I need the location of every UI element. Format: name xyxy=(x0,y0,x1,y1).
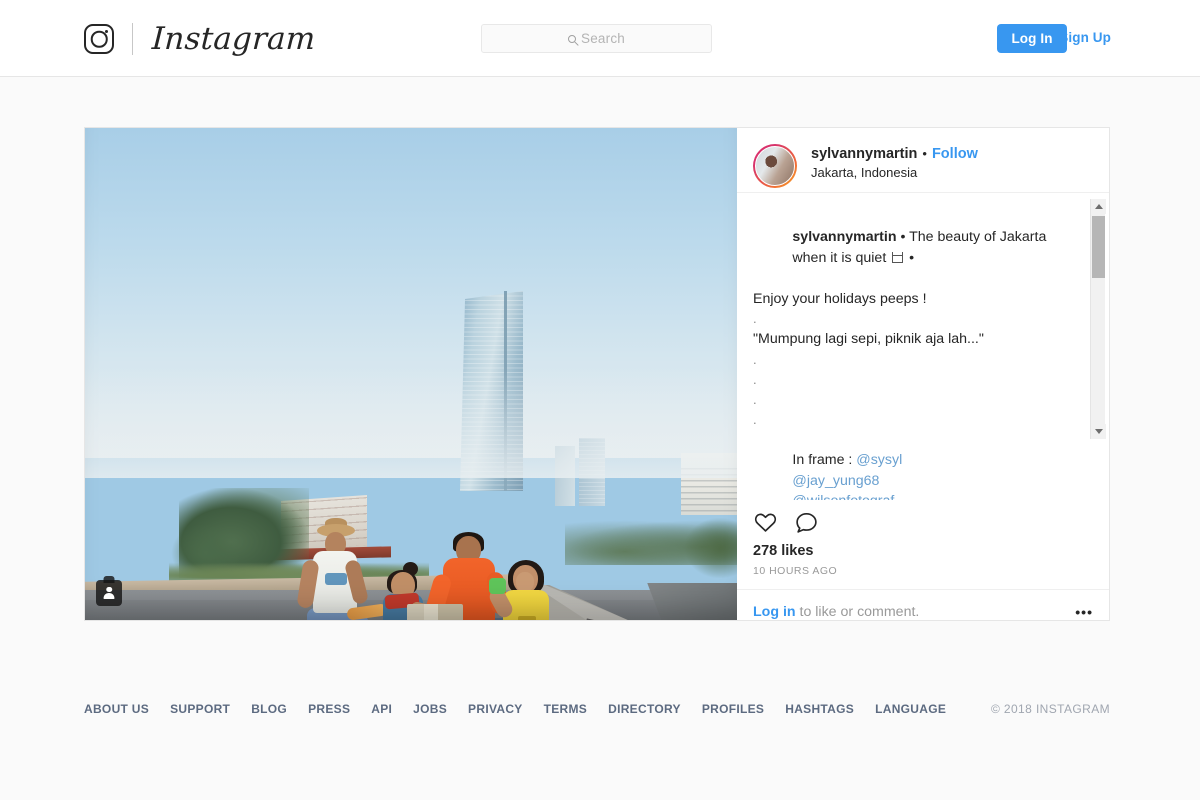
caption-author[interactable]: sylvannymartin xyxy=(792,229,896,245)
photo-person-1-shirt-logo xyxy=(325,573,347,585)
footer-link-support[interactable]: SUPPORT xyxy=(170,702,230,716)
login-prompt-text-wrap: Log in to like or comment. xyxy=(753,604,919,620)
footer-link-directory[interactable]: DIRECTORY xyxy=(608,702,681,716)
mention-sysyl[interactable]: @sysyl xyxy=(856,452,902,468)
person-glyph xyxy=(103,587,116,600)
photo-person-4-cup xyxy=(489,578,506,594)
caption-dot-4: . xyxy=(753,391,757,407)
caption-dot-1: . xyxy=(753,311,757,327)
tagged-people-icon[interactable] xyxy=(96,580,122,606)
caption-text-1: • The beauty of Jakarta xyxy=(896,229,1047,246)
brand-logo[interactable]: Instagram xyxy=(84,18,317,60)
footer-copyright: © 2018 INSTAGRAM xyxy=(990,702,1110,716)
footer-link-api[interactable]: API xyxy=(371,702,392,716)
search-input[interactable]: Search xyxy=(481,24,712,53)
photo-treeline xyxy=(565,520,737,565)
photo-crate-contents xyxy=(407,604,463,620)
scroll-up-arrow-icon[interactable] xyxy=(1091,198,1106,214)
instagram-post-page: Instagram Search Log In Sign Up sylvanny… xyxy=(0,0,1200,800)
search-placeholder: Search xyxy=(581,31,625,46)
caption-text-2: when it is quiet xyxy=(792,249,891,266)
footer-link-language[interactable]: LANGUAGE xyxy=(875,702,946,716)
timestamp-text: 10 HOURS AGO xyxy=(753,565,838,577)
likes-count: 278 likes xyxy=(753,543,814,559)
post-timestamp: 10 HOURS AGO xyxy=(737,559,1109,590)
search-icon xyxy=(568,34,576,43)
post-author-header: sylvannymartin • Follow Jakarta, Indones… xyxy=(737,128,1109,193)
instagram-camera-icon xyxy=(84,24,114,54)
author-line: sylvannymartin • Follow xyxy=(811,146,978,162)
emoji-placeholder-icon xyxy=(892,251,904,263)
footer-link-blog[interactable]: BLOG xyxy=(251,702,287,716)
login-button[interactable]: Log In xyxy=(997,24,1067,53)
login-prompt-suffix: to like or comment. xyxy=(795,604,920,620)
caption-dot-2: . xyxy=(753,351,757,367)
site-header: Instagram Search Log In Sign Up xyxy=(0,0,1200,77)
post-photo[interactable] xyxy=(85,128,737,620)
post-actions xyxy=(737,500,1109,535)
caption-dot-5: . xyxy=(753,411,757,427)
mention-jay-yung68[interactable]: @jay_yung68 xyxy=(792,473,879,489)
caption-inframe: In frame : @sysyl @jay_yung68 @wilsonfot… xyxy=(753,430,1087,500)
avatar[interactable] xyxy=(753,144,797,188)
site-footer: ABOUT US SUPPORT BLOG PRESS API JOBS PRI… xyxy=(0,688,1200,800)
post-location[interactable]: Jakarta, Indonesia xyxy=(811,165,978,180)
caption-main-line: sylvannymartin • The beauty of Jakarta w… xyxy=(753,207,1087,289)
footer-link-profiles[interactable]: PROFILES xyxy=(702,702,764,716)
heart-icon[interactable] xyxy=(753,510,778,535)
caption-scrollbar[interactable] xyxy=(1090,198,1106,439)
login-prompt: Log in to like or comment. ••• xyxy=(737,590,1109,620)
caption-inframe-label: In frame : xyxy=(792,452,857,469)
footer-link-hashtags[interactable]: HASHTAGS xyxy=(785,702,854,716)
caption-dot-3: . xyxy=(753,371,757,387)
post-details-panel: sylvannymartin • Follow Jakarta, Indones… xyxy=(737,128,1109,620)
ellipsis-icon[interactable]: ••• xyxy=(1075,604,1093,620)
scroll-down-arrow-icon[interactable] xyxy=(1091,423,1106,439)
post-username[interactable]: sylvannymartin xyxy=(811,146,917,162)
footer-link-press[interactable]: PRESS xyxy=(308,702,350,716)
post-card: sylvannymartin • Follow Jakarta, Indones… xyxy=(84,127,1110,621)
footer-links: ABOUT US SUPPORT BLOG PRESS API JOBS PRI… xyxy=(84,702,946,716)
photo-haze xyxy=(85,368,737,478)
follow-button[interactable]: Follow xyxy=(932,146,978,162)
login-inline-link[interactable]: Log in xyxy=(753,604,796,620)
signup-link[interactable]: Sign Up xyxy=(1059,30,1111,45)
avatar-image xyxy=(755,146,795,186)
separator-dot: • xyxy=(922,146,927,161)
brand-divider xyxy=(132,23,133,55)
footer-link-terms[interactable]: TERMS xyxy=(544,702,588,716)
caption-line-3: Enjoy your holidays peeps ! xyxy=(753,290,927,307)
post-caption: sylvannymartin • The beauty of Jakarta w… xyxy=(737,193,1109,500)
photo-person-4-face xyxy=(516,572,534,592)
comment-bubble-icon[interactable] xyxy=(794,510,819,535)
mention-wilsonfotograf[interactable]: @wilsonfotograf xyxy=(792,493,894,500)
scrollbar-thumb[interactable] xyxy=(1092,215,1105,278)
photo-person-4-shirt-logo xyxy=(518,616,536,620)
footer-link-privacy[interactable]: PRIVACY xyxy=(468,702,523,716)
caption-text-2b: • xyxy=(905,249,915,266)
author-meta: sylvannymartin • Follow Jakarta, Indones… xyxy=(811,144,978,180)
footer-link-jobs[interactable]: JOBS xyxy=(413,702,447,716)
footer-link-about-us[interactable]: ABOUT US xyxy=(84,702,149,716)
brand-wordmark: Instagram xyxy=(151,21,317,57)
caption-quote: "Mumpung lagi sepi, piknik aja lah..." xyxy=(753,331,984,348)
